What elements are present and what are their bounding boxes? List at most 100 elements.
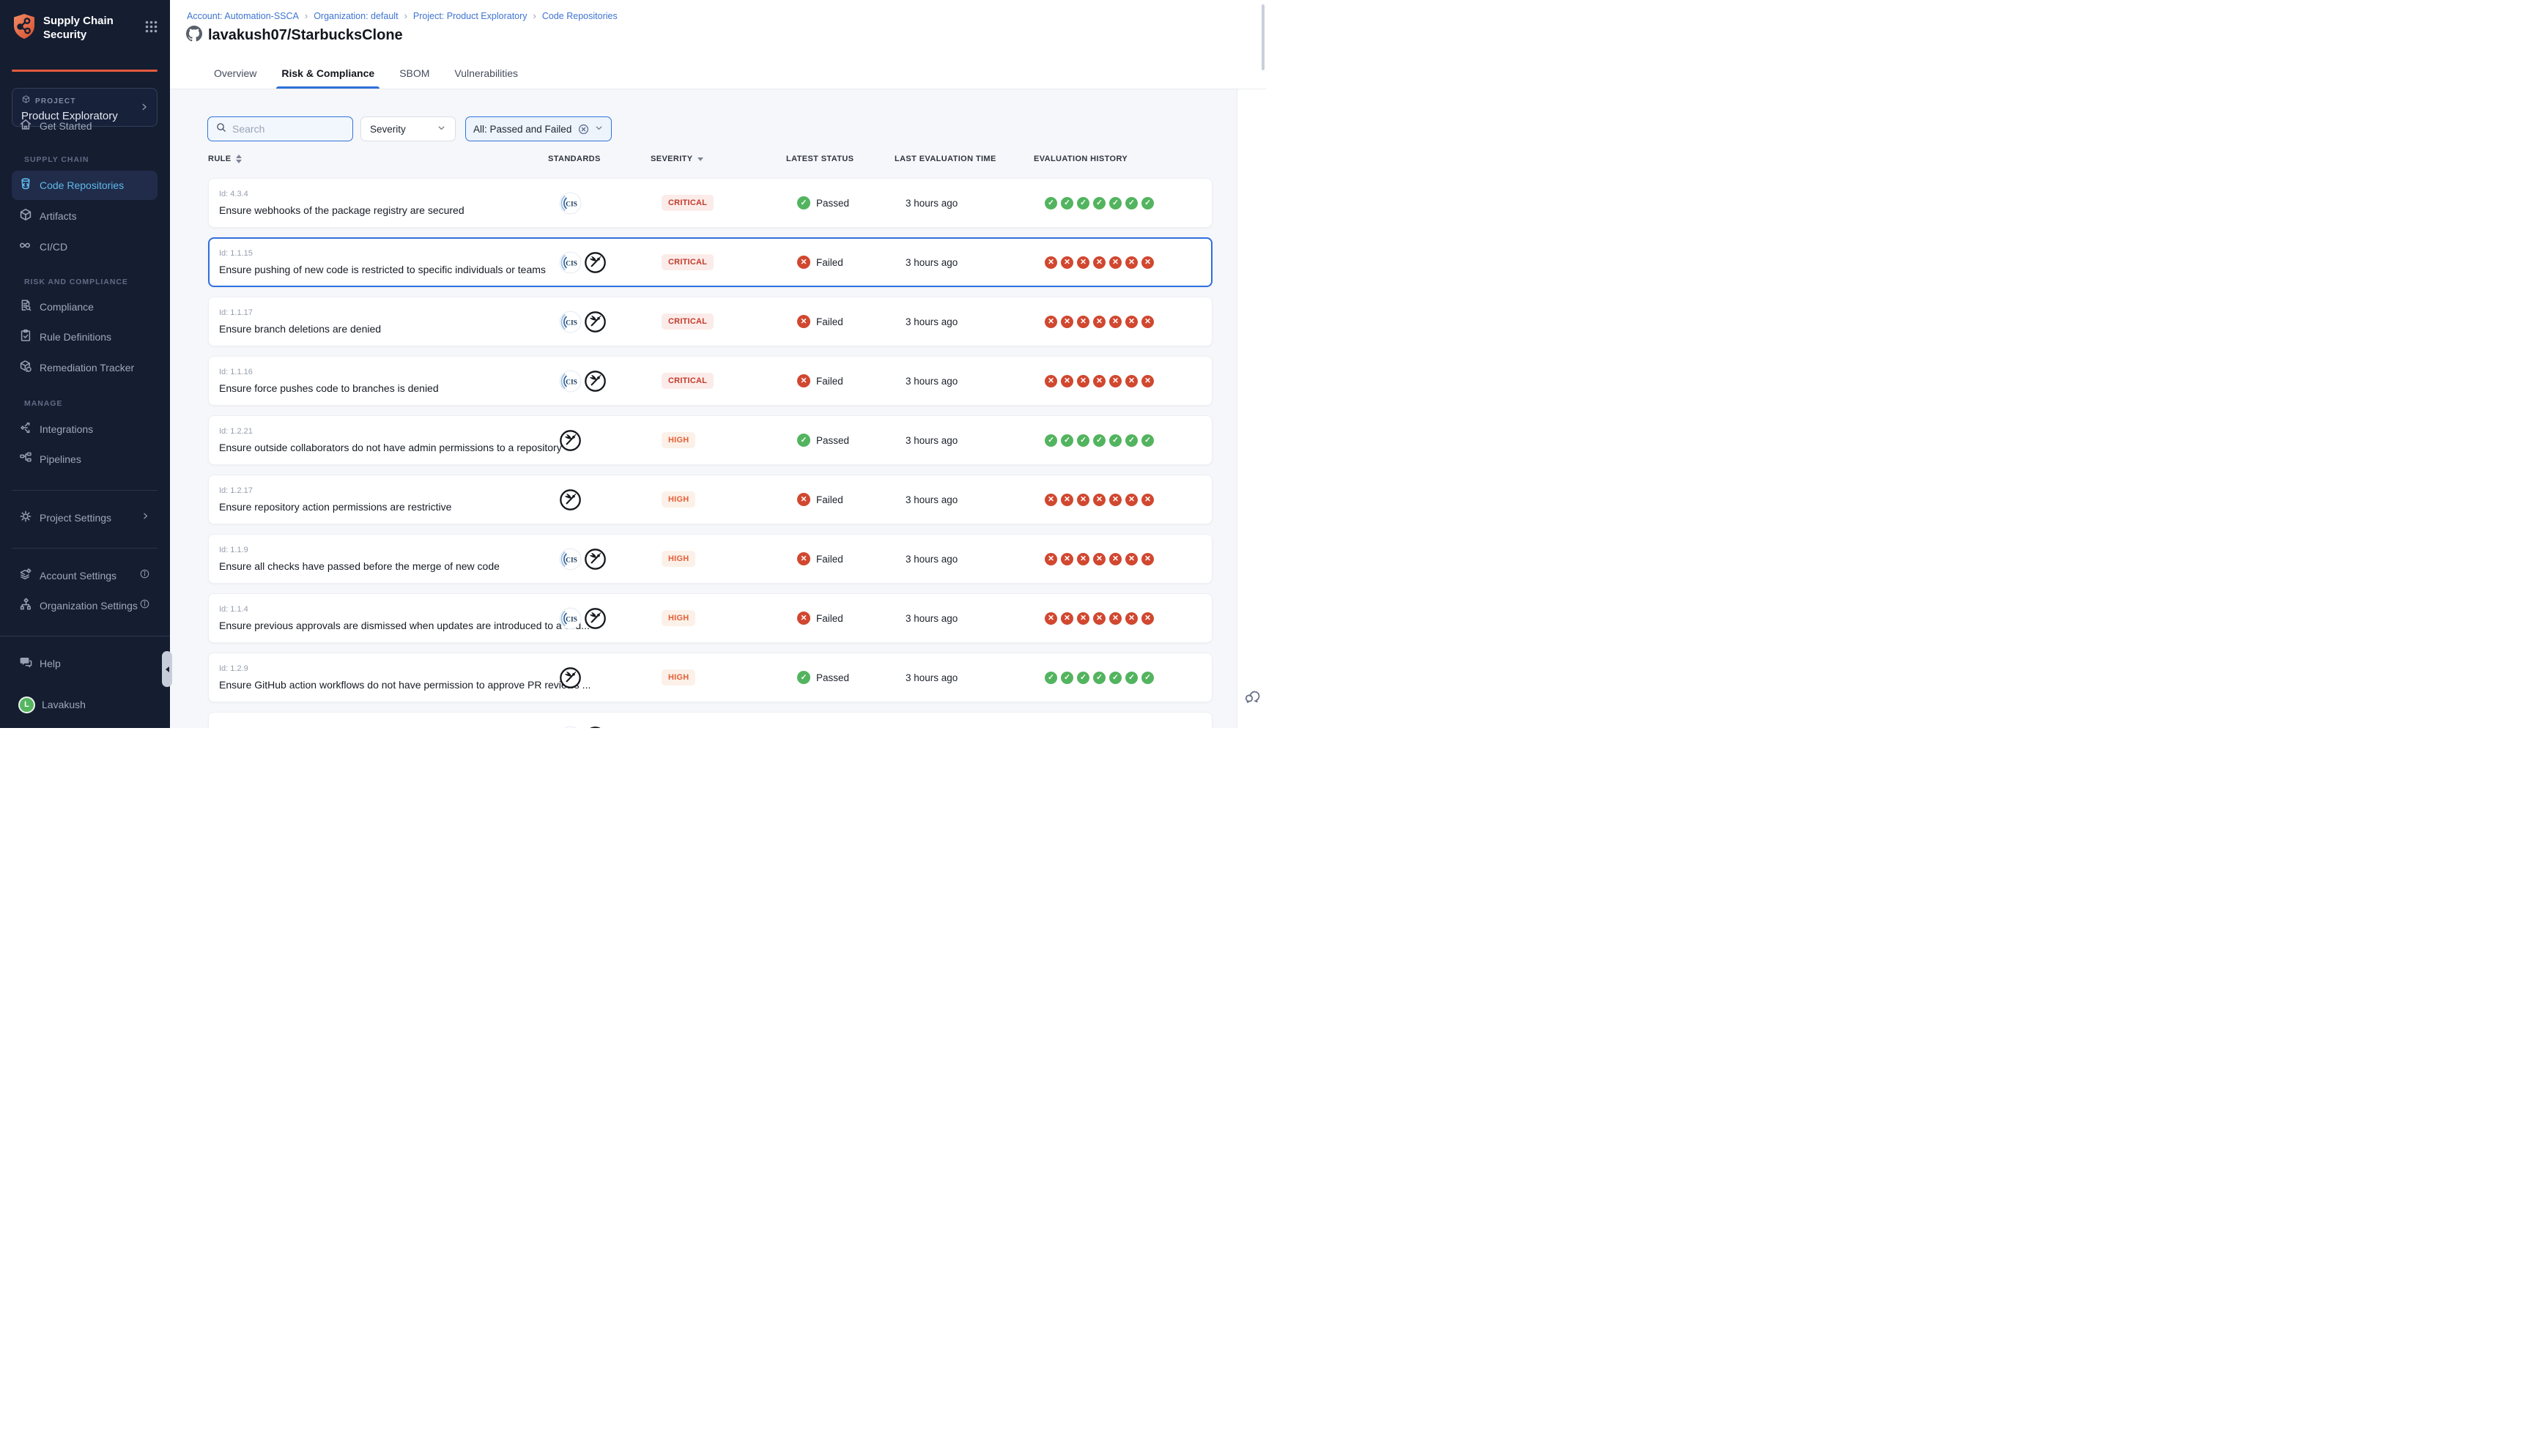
- scrollbar-thumb[interactable]: [1262, 4, 1265, 70]
- severity-cell: HIGH: [641, 669, 777, 686]
- sidebar-item-pipelines[interactable]: Pipelines: [12, 445, 158, 474]
- app-window: Supply Chain Security PROJECT Product Ex…: [0, 0, 1266, 728]
- table-row[interactable]: Id: 1.1.15 Ensure pushing of new code is…: [208, 237, 1213, 287]
- passed-icon: [1045, 197, 1057, 209]
- sidebar-item-account-settings[interactable]: Account Settings: [12, 561, 158, 590]
- status-label: Failed: [816, 316, 843, 327]
- sidebar-item-integrations[interactable]: Integrations: [12, 415, 158, 444]
- sidebar-item-artifacts[interactable]: Artifacts: [12, 201, 158, 231]
- breadcrumb-organization[interactable]: Organization: default: [314, 11, 398, 21]
- sidebar-item-project-settings[interactable]: Project Settings: [12, 503, 158, 532]
- evaluation-time: 3 hours ago: [885, 672, 1024, 683]
- breadcrumb-account[interactable]: Account: Automation-SSCA: [187, 11, 299, 21]
- status-filter-dropdown[interactable]: All: Passed and Failed: [465, 116, 612, 141]
- tab-overview[interactable]: Overview: [212, 67, 259, 89]
- standards-cell: CIS: [546, 370, 641, 393]
- sidebar-item-remediation-tracker[interactable]: Remediation Tracker: [12, 353, 158, 382]
- passed-icon: [1093, 672, 1106, 684]
- failed-icon: [797, 612, 810, 625]
- passed-icon: [1093, 197, 1106, 209]
- sidebar-item-rule-definitions[interactable]: Rule Definitions: [12, 322, 158, 352]
- risk-compliance-panel: Severity All: Passed and Failed: [170, 89, 1237, 728]
- passed-icon: [1077, 434, 1089, 447]
- clear-filter-icon[interactable]: [577, 123, 590, 135]
- table-row[interactable]: Id: 4.3.4 Ensure webhooks of the package…: [208, 178, 1213, 228]
- info-icon[interactable]: [139, 568, 150, 583]
- breadcrumb: Account: Automation-SSCA › Organization:…: [187, 10, 618, 21]
- failed-icon: [1077, 553, 1089, 565]
- table-row[interactable]: Id: 1.2.21 Ensure outside collaborators …: [208, 415, 1213, 465]
- failed-icon: [1077, 316, 1089, 328]
- sidebar-item-cicd[interactable]: CI/CD: [12, 232, 158, 261]
- org-gear-icon: [18, 597, 33, 615]
- user-menu[interactable]: L Lavakush: [12, 690, 158, 719]
- status-label: Failed: [816, 376, 843, 387]
- passed-icon: [1109, 197, 1122, 209]
- table-header: RULE STANDARDS SEVERITY LATEST STATUS LA…: [208, 151, 1213, 167]
- breadcrumb-code-repositories[interactable]: Code Repositories: [542, 11, 618, 21]
- rule-name: Ensure repository action permissions are…: [219, 501, 451, 513]
- failed-icon: [1141, 256, 1154, 269]
- support-chat-icon[interactable]: [1243, 686, 1262, 709]
- failed-icon: [1125, 256, 1138, 269]
- filter-caret-icon[interactable]: [697, 157, 703, 161]
- table-row[interactable]: Id: 1.1.16 Ensure force pushes code to b…: [208, 356, 1213, 406]
- status-label: Failed: [816, 554, 843, 565]
- rule-id: Id: 1.1.9: [219, 546, 248, 554]
- table-row[interactable]: Id: 1.1.17 Ensure branch deletions are d…: [208, 297, 1213, 346]
- tab-vulnerabilities[interactable]: Vulnerabilities: [452, 67, 520, 89]
- passed-icon: [1061, 197, 1073, 209]
- tab-sbom[interactable]: SBOM: [397, 67, 432, 89]
- passed-icon: [1077, 197, 1089, 209]
- gear-icon: [18, 509, 33, 527]
- tab-risk-compliance[interactable]: Risk & Compliance: [279, 67, 377, 89]
- failed-icon: [1141, 494, 1154, 506]
- failed-icon: [1141, 612, 1154, 625]
- search-field[interactable]: [207, 116, 353, 141]
- project-label: PROJECT: [35, 97, 76, 105]
- rule-name: Ensure webhooks of the package registry …: [219, 204, 464, 216]
- rule-name: Ensure pushing of new code is restricted…: [219, 264, 546, 275]
- passed-icon: [1077, 672, 1089, 684]
- failed-icon: [1045, 494, 1057, 506]
- rule-name: Ensure all checks have passed before the…: [219, 560, 500, 572]
- breadcrumb-project[interactable]: Project: Product Exploratory: [413, 11, 528, 21]
- app-grid-icon[interactable]: [145, 21, 158, 37]
- search-input[interactable]: [232, 123, 345, 135]
- owasp-badge-icon: [584, 548, 607, 571]
- page-title: lavakush07/StarbucksClone: [208, 27, 403, 44]
- box-wrench-icon: [18, 359, 33, 377]
- owasp-badge-icon: [559, 489, 582, 511]
- info-icon[interactable]: [139, 598, 150, 613]
- sidebar-item-help[interactable]: ? Help: [12, 649, 158, 678]
- column-last-evaluation-time: LAST EVALUATION TIME: [874, 155, 1013, 163]
- failed-icon: [1045, 375, 1057, 387]
- table-row[interactable]: Id: 1.2.17 Ensure repository action perm…: [208, 475, 1213, 524]
- rule-id: Id: 1.1.4: [219, 605, 248, 614]
- evaluation-time: 3 hours ago: [885, 257, 1024, 268]
- sidebar-item-organization-settings[interactable]: Organization Settings: [12, 591, 158, 620]
- owasp-badge-icon: [584, 370, 607, 393]
- sidebar-item-get-started[interactable]: Get Started: [12, 111, 158, 141]
- failed-icon: [1061, 316, 1073, 328]
- sidebar-item-code-repositories[interactable]: Code Repositories: [12, 171, 158, 200]
- table-row[interactable]: Id: 1.1.4 Ensure previous approvals are …: [208, 593, 1213, 643]
- standards-cell: [546, 489, 641, 511]
- sort-icon[interactable]: [236, 155, 242, 163]
- failed-icon: [1093, 375, 1106, 387]
- severity-cell: HIGH: [641, 610, 777, 626]
- status-cell: Passed: [777, 671, 885, 684]
- cube-icon: [18, 207, 33, 226]
- evaluation-history: [1024, 434, 1202, 447]
- table-row[interactable]: Id: 1.2.9 Ensure GitHub action workflows…: [208, 653, 1213, 702]
- cis-badge-icon: CIS: [559, 548, 582, 571]
- table-row[interactable]: Id: 1.1.5 CIS HIGH Failed 3 hours ago: [208, 712, 1213, 728]
- failed-icon: [797, 552, 810, 565]
- rule-name: Ensure force pushes code to branches is …: [219, 382, 439, 394]
- severity-filter-dropdown[interactable]: Severity: [360, 116, 456, 141]
- rule-cell: Id: 1.2.21 Ensure outside collaborators …: [219, 427, 546, 453]
- sidebar-item-compliance[interactable]: Compliance: [12, 292, 158, 322]
- sidebar-collapse-handle[interactable]: [162, 651, 172, 687]
- table-row[interactable]: Id: 1.1.9 Ensure all checks have passed …: [208, 534, 1213, 584]
- status-label: Failed: [816, 494, 843, 505]
